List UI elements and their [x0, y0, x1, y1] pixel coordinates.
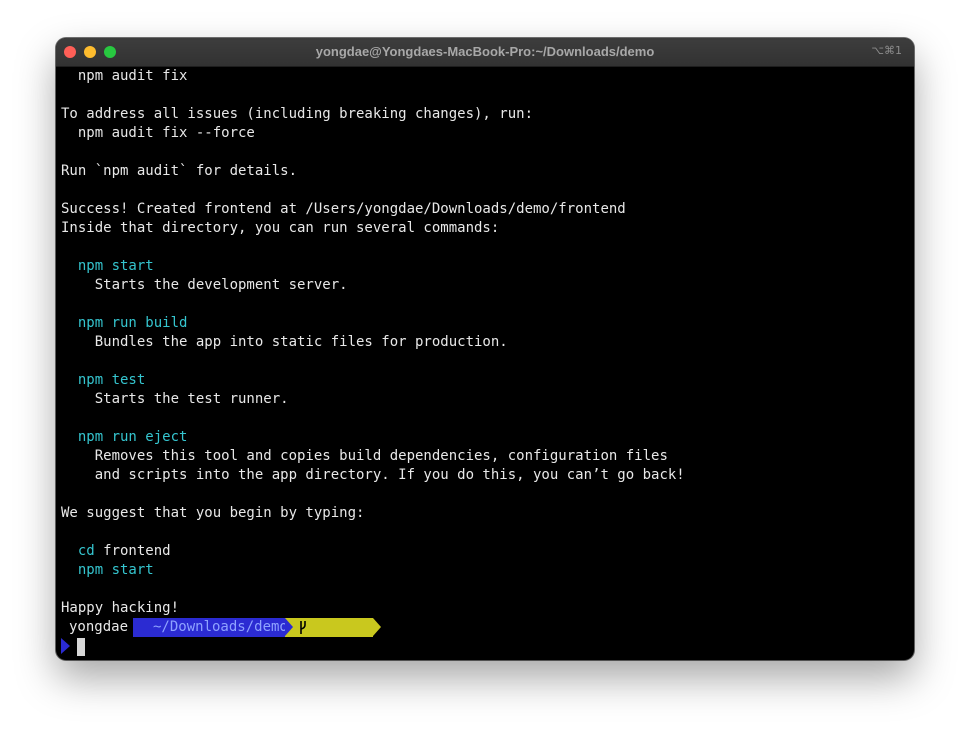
command-argument: frontend [94, 543, 171, 559]
terminal-line: Happy hacking! [61, 600, 180, 616]
terminal-line: cd frontend [61, 542, 171, 561]
terminal-line: and scripts into the app directory. If y… [61, 467, 685, 483]
prompt-separator-icon [285, 618, 293, 636]
terminal-line: Removes this tool and copies build depen… [61, 448, 668, 464]
prompt-branch-label: master [380, 638, 432, 654]
terminal-line: To address all issues (including breakin… [61, 106, 534, 122]
command-name: cd [61, 543, 95, 559]
terminal-line: Run `npm audit` for details. [61, 163, 298, 179]
window-shortcut: ⌥⌘1 [871, 44, 902, 57]
prompt-caret-icon [61, 638, 70, 654]
terminal-line: npm run build [61, 315, 188, 331]
terminal-line: Success! Created frontend at /Users/yong… [61, 201, 626, 217]
window-title: yongdae@Yongdaes-MacBook-Pro:~/Downloads… [315, 44, 655, 59]
terminal-window: yongdae@Yongdaes-MacBook-Pro:~/Downloads… [56, 38, 914, 660]
terminal-line: npm test [61, 372, 146, 388]
terminal-line: npm run eject [61, 429, 188, 445]
terminal-output[interactable]: npm audit fix To address all issues (incl… [61, 67, 911, 657]
terminal-line: npm audit fix [61, 68, 188, 84]
terminal-line: npm start [61, 562, 154, 578]
terminal-line: npm audit fix --force [61, 125, 255, 141]
terminal-line: Inside that directory, you can run sever… [61, 220, 500, 236]
prompt-user: yongdae [61, 618, 133, 637]
terminal-line: Starts the development server. [61, 277, 348, 293]
git-branch-icon [300, 621, 306, 634]
text-cursor [77, 638, 85, 656]
terminal-line: npm start [61, 258, 154, 274]
prompt-end-icon [373, 618, 381, 636]
prompt-directory: ~/Downloads/demo [133, 618, 288, 637]
terminal-line: Starts the test runner. [61, 391, 289, 407]
terminal-line: Bundles the app into static files for pr… [61, 334, 508, 350]
title-bar[interactable]: yongdae@Yongdaes-MacBook-Pro:~/Downloads… [56, 38, 914, 67]
terminal-line: We suggest that you begin by typing: [61, 505, 365, 521]
